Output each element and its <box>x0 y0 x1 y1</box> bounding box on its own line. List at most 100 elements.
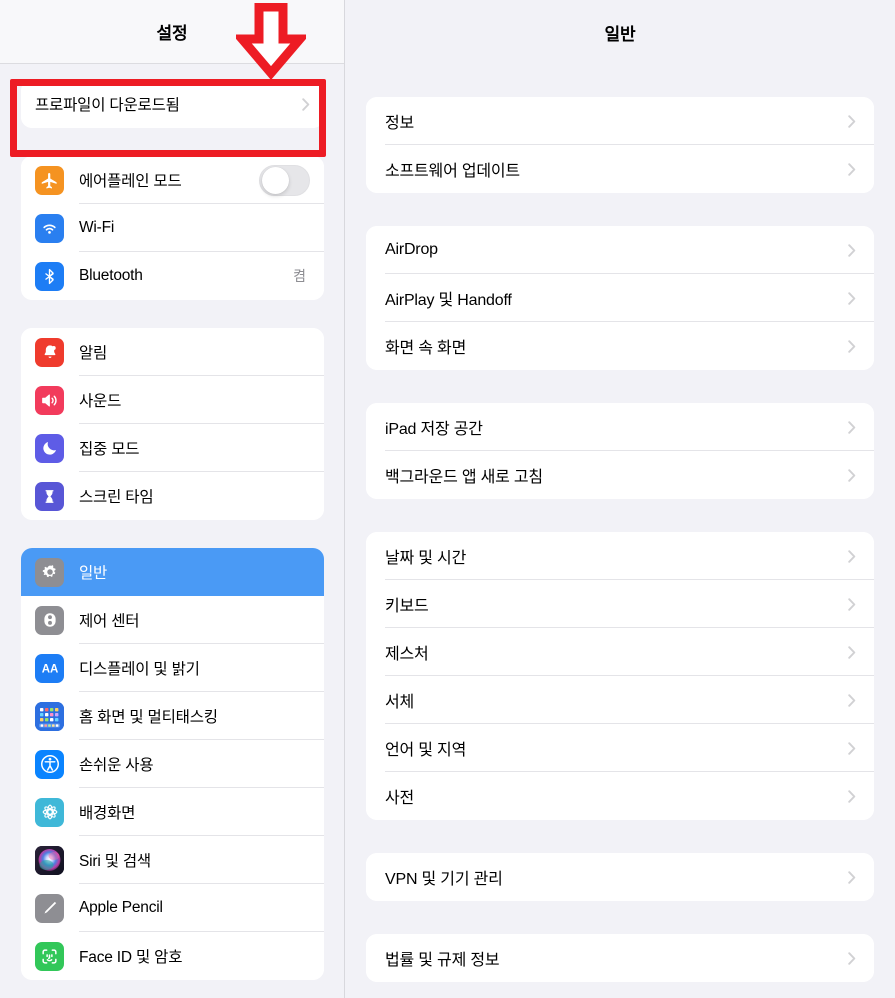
moon-icon <box>35 433 64 463</box>
detail-item-keyboard[interactable]: 키보드 <box>366 580 874 628</box>
chevron-right-icon <box>848 291 856 305</box>
detail-item-fonts[interactable]: 서체 <box>366 676 874 724</box>
detail-item-label: 서체 <box>385 694 415 711</box>
face-id-icon <box>35 941 64 971</box>
sidebar-item-control-center[interactable]: 제어 센터 <box>21 596 324 644</box>
detail-item-airplay-handoff[interactable]: AirPlay 및 Handoff <box>366 274 874 322</box>
sidebar-item-label: 홈 화면 및 멀티태스킹 <box>79 709 218 726</box>
sidebar-group-profile: 프로파일이 다운로드됨 <box>21 80 324 128</box>
sidebar-item-home-screen-multitasking[interactable]: 홈 화면 및 멀티태스킹 <box>21 692 324 740</box>
detail-group-about-update: 정보 소프트웨어 업데이트 <box>366 97 874 193</box>
airplane-icon <box>35 165 64 195</box>
chevron-right-icon <box>848 243 856 257</box>
detail-item-label: AirDrop <box>385 241 438 258</box>
sidebar-item-label: 에어플레인 모드 <box>79 173 182 190</box>
accessibility-icon <box>35 749 64 779</box>
chevron-right-icon <box>848 693 856 707</box>
sidebar-item-screen-time[interactable]: 스크린 타임 <box>21 472 324 520</box>
sidebar-header: 설정 <box>0 0 344 64</box>
sidebar-item-airplane-mode[interactable]: 에어플레인 모드 <box>21 156 324 204</box>
chevron-right-icon <box>302 97 310 111</box>
sidebar-item-label: 집중 모드 <box>79 441 140 458</box>
chevron-right-icon <box>848 114 856 128</box>
sidebar-item-siri-search[interactable]: Siri 및 검색 <box>21 836 324 884</box>
detail-group-vpn-device: VPN 및 기기 관리 <box>366 853 874 901</box>
detail-item-vpn-device-management[interactable]: VPN 및 기기 관리 <box>366 853 874 901</box>
sidebar-item-display-brightness[interactable]: AA 디스플레이 및 밝기 <box>21 644 324 692</box>
detail-item-label: 제스처 <box>385 646 429 663</box>
detail-item-airdrop[interactable]: AirDrop <box>366 226 874 274</box>
detail-item-date-time[interactable]: 날짜 및 시간 <box>366 532 874 580</box>
general-detail-panel: 일반 정보 소프트웨어 업데이트 AirDrop AirPlay 및 Hando… <box>345 0 895 998</box>
sidebar-item-notifications[interactable]: 알림 <box>21 328 324 376</box>
settings-sidebar: 설정 프로파일이 다운로드됨 에어플레인 모드 Wi-Fi Bluetooth … <box>0 0 345 998</box>
bluetooth-icon <box>35 261 64 291</box>
detail-item-label: 날짜 및 시간 <box>385 550 467 567</box>
detail-header: 일반 <box>345 0 895 64</box>
ipad-settings-split-view: 설정 프로파일이 다운로드됨 에어플레인 모드 Wi-Fi Bluetooth … <box>0 0 895 998</box>
sidebar-scroll-area[interactable]: 프로파일이 다운로드됨 에어플레인 모드 Wi-Fi Bluetooth 켬 알… <box>0 64 344 998</box>
detail-item-about[interactable]: 정보 <box>366 97 874 145</box>
detail-item-language-region[interactable]: 언어 및 지역 <box>366 724 874 772</box>
sidebar-group-alerts: 알림 사운드 집중 모드 스크린 타임 <box>21 328 324 520</box>
sidebar-item-label: 배경화면 <box>79 805 136 822</box>
detail-item-legal-regulatory[interactable]: 법률 및 규제 정보 <box>366 934 874 982</box>
detail-item-background-app-refresh[interactable]: 백그라운드 앱 새로 고침 <box>366 451 874 499</box>
detail-item-label: VPN 및 기기 관리 <box>385 871 503 888</box>
sidebar-item-label: Bluetooth <box>79 267 143 284</box>
sidebar-item-sounds[interactable]: 사운드 <box>21 376 324 424</box>
chevron-right-icon <box>848 339 856 353</box>
detail-scroll-area[interactable]: 정보 소프트웨어 업데이트 AirDrop AirPlay 및 Handoff … <box>345 64 895 998</box>
sidebar-item-label: 스크린 타임 <box>79 489 154 506</box>
wallpaper-icon <box>35 797 64 827</box>
sidebar-item-label: 손쉬운 사용 <box>79 757 154 774</box>
sidebar-item-label: Wi-Fi <box>79 219 115 236</box>
detail-item-label: 정보 <box>385 115 415 132</box>
sidebar-item-label: 프로파일이 다운로드됨 <box>35 97 180 114</box>
sidebar-item-wallpaper[interactable]: 배경화면 <box>21 788 324 836</box>
sidebar-item-label: Siri 및 검색 <box>79 853 151 870</box>
detail-group-input-locale: 날짜 및 시간 키보드 제스처 서체 언어 및 지역 사전 <box>366 532 874 820</box>
sidebar-item-bluetooth[interactable]: Bluetooth 켬 <box>21 252 324 300</box>
apple-pencil-icon <box>35 893 64 923</box>
siri-icon <box>35 845 64 875</box>
toggle-knob <box>261 167 289 194</box>
detail-item-label: iPad 저장 공간 <box>385 421 483 438</box>
sidebar-group-system: 일반 제어 센터 AA 디스플레이 및 밝기 홈 화면 및 멀티태스킹 손쉬운 … <box>21 548 324 980</box>
sidebar-group-connectivity: 에어플레인 모드 Wi-Fi Bluetooth 켬 <box>21 156 324 300</box>
sidebar-item-apple-pencil[interactable]: Apple Pencil <box>21 884 324 932</box>
detail-item-label: 법률 및 규제 정보 <box>385 952 500 969</box>
detail-item-gestures[interactable]: 제스처 <box>366 628 874 676</box>
sidebar-item-focus[interactable]: 집중 모드 <box>21 424 324 472</box>
detail-item-label: 백그라운드 앱 새로 고침 <box>385 469 543 486</box>
sidebar-item-face-id-passcode[interactable]: Face ID 및 암호 <box>21 932 324 980</box>
sidebar-item-label: 일반 <box>79 565 108 582</box>
detail-item-dictionary[interactable]: 사전 <box>366 772 874 820</box>
sidebar-item-accessibility[interactable]: 손쉬운 사용 <box>21 740 324 788</box>
detail-group-legal: 법률 및 규제 정보 <box>366 934 874 982</box>
sidebar-item-general[interactable]: 일반 <box>21 548 324 596</box>
detail-item-software-update[interactable]: 소프트웨어 업데이트 <box>366 145 874 193</box>
chevron-right-icon <box>848 549 856 563</box>
chevron-right-icon <box>848 597 856 611</box>
detail-group-storage: iPad 저장 공간 백그라운드 앱 새로 고침 <box>366 403 874 499</box>
airplane-mode-toggle[interactable] <box>259 164 310 196</box>
wifi-icon <box>35 213 64 243</box>
detail-item-label: 소프트웨어 업데이트 <box>385 163 520 180</box>
detail-item-picture-in-picture[interactable]: 화면 속 화면 <box>366 322 874 370</box>
chevron-right-icon <box>848 468 856 482</box>
detail-page-title: 일반 <box>604 24 636 44</box>
speaker-icon <box>35 385 64 415</box>
chevron-right-icon <box>848 870 856 884</box>
detail-item-ipad-storage[interactable]: iPad 저장 공간 <box>366 403 874 451</box>
sidebar-item-wifi[interactable]: Wi-Fi <box>21 204 324 252</box>
sidebar-item-profile-downloaded[interactable]: 프로파일이 다운로드됨 <box>21 80 324 128</box>
control-center-icon <box>35 605 64 635</box>
detail-item-label: 키보드 <box>385 598 429 615</box>
chevron-right-icon <box>848 645 856 659</box>
chevron-right-icon <box>848 420 856 434</box>
chevron-right-icon <box>848 789 856 803</box>
bell-icon <box>35 337 64 367</box>
sidebar-item-label: 제어 센터 <box>79 613 140 630</box>
gear-icon <box>35 557 64 587</box>
